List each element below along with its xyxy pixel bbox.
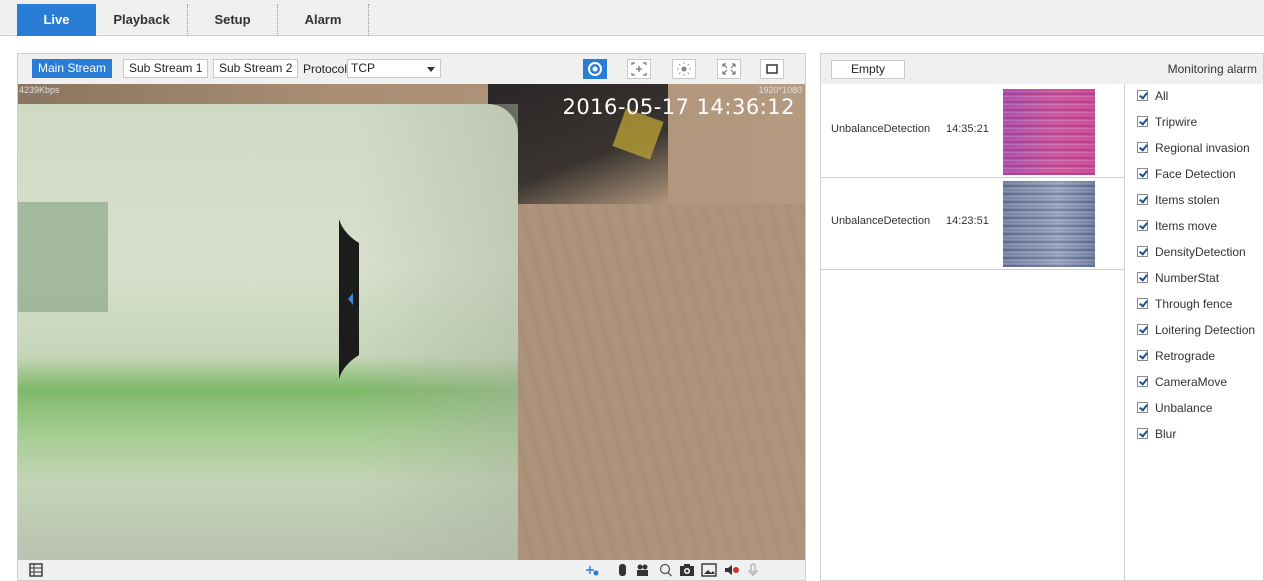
checkbox-checked[interactable]	[1137, 376, 1148, 387]
resolution-label: 1920*1080	[758, 85, 802, 95]
filter-label: Items move	[1155, 219, 1218, 233]
alarm-snapshot-thumbnail[interactable]	[1003, 181, 1095, 267]
alarm-event-list: UnbalanceDetection 14:35:21 UnbalanceDet…	[821, 84, 1125, 580]
checkbox-checked[interactable]	[1137, 298, 1148, 309]
filter-label: Loitering Detection	[1155, 323, 1256, 337]
alarm-event-time: 14:23:51	[946, 215, 989, 227]
checkbox-checked[interactable]	[1137, 194, 1148, 205]
tab-alarm[interactable]: Alarm	[278, 4, 368, 36]
video-timestamp: 2016-05-17 14:36:12	[562, 95, 795, 119]
protocol-select[interactable]: TCP	[347, 59, 441, 78]
video-toolbar: Main Stream Sub Stream 1 Sub Stream 2 Pr…	[18, 54, 805, 84]
tab-playback[interactable]: Playback	[96, 4, 187, 36]
checkbox-checked[interactable]	[1137, 142, 1148, 153]
checkbox-checked[interactable]	[1137, 246, 1148, 257]
search-icon[interactable]	[658, 563, 674, 577]
filter-label: Through fence	[1155, 297, 1233, 311]
image-icon[interactable]	[701, 563, 717, 577]
filter-label: Unbalance	[1155, 401, 1213, 415]
filter-label: DensityDetection	[1155, 245, 1246, 259]
checkbox-checked[interactable]	[1137, 428, 1148, 439]
panel-collapse-toggle[interactable]	[339, 219, 361, 379]
door-icon[interactable]	[615, 563, 631, 577]
microphone-icon[interactable]	[745, 563, 761, 577]
eye-icon	[588, 62, 602, 76]
video-box-shading	[358, 104, 518, 560]
tab-setup[interactable]: Setup	[188, 4, 277, 36]
checkbox-checked[interactable]	[1137, 324, 1148, 335]
ptz-icon[interactable]	[584, 563, 600, 577]
alarm-event-row[interactable]: UnbalanceDetection 14:35:21	[821, 86, 1125, 178]
monitoring-alarm-title: Monitoring alarm	[1167, 62, 1257, 76]
alarm-event-type: UnbalanceDetection	[831, 215, 931, 227]
empty-button[interactable]: Empty	[831, 60, 905, 79]
bitrate-label: 4239Kbps	[19, 85, 60, 95]
filter-label: Face Detection	[1155, 167, 1236, 181]
monitoring-alarm-panel: Empty Monitoring alarm UnbalanceDetectio…	[820, 53, 1264, 581]
zoom-region-icon	[631, 62, 647, 76]
filter-label: Blur	[1155, 427, 1177, 441]
sub-stream-2-button[interactable]: Sub Stream 2	[213, 59, 299, 78]
eye-button[interactable]	[583, 59, 607, 79]
record-icon[interactable]	[635, 563, 651, 577]
video-bottom-bar	[18, 560, 805, 580]
chevron-down-icon	[427, 67, 435, 72]
checkbox-checked[interactable]	[1137, 90, 1148, 101]
protocol-label: Protocol	[303, 62, 348, 76]
filter-label: CameraMove	[1155, 375, 1228, 389]
audio-mute-icon[interactable]	[724, 563, 740, 577]
filter-label: Tripwire	[1155, 115, 1198, 129]
filter-label: Regional invasion	[1155, 141, 1250, 155]
checkbox-checked[interactable]	[1137, 272, 1148, 283]
brightness-icon	[677, 62, 691, 76]
top-navigation: Live Playback Setup Alarm	[0, 0, 1264, 36]
live-video-panel: Main Stream Sub Stream 1 Sub Stream 2 Pr…	[17, 53, 806, 581]
alarm-event-time: 14:35:21	[946, 123, 989, 135]
alarm-panel-header: Empty Monitoring alarm	[821, 54, 1263, 84]
snapshot-icon[interactable]	[679, 563, 695, 577]
checkbox-checked[interactable]	[1137, 220, 1148, 231]
zoom-region-button[interactable]	[627, 59, 651, 79]
checkbox-checked[interactable]	[1137, 168, 1148, 179]
alarm-snapshot-thumbnail[interactable]	[1003, 89, 1095, 175]
main-stream-button[interactable]: Main Stream	[32, 59, 113, 78]
checkbox-checked[interactable]	[1137, 116, 1148, 127]
filter-label: Items stolen	[1155, 193, 1220, 207]
protocol-value: TCP	[351, 61, 375, 75]
checkbox-checked[interactable]	[1137, 350, 1148, 361]
fullscreen-icon	[722, 63, 736, 75]
tab-live[interactable]: Live	[17, 4, 96, 36]
filter-label: NumberStat	[1155, 271, 1220, 285]
film-strip-icon[interactable]	[28, 563, 44, 577]
brightness-button[interactable]	[672, 59, 696, 79]
fullscreen-button[interactable]	[717, 59, 741, 79]
video-feed[interactable]: 4239Kbps 1920*1080 2016-05-17 14:36:12	[18, 84, 805, 560]
window-mode-button[interactable]	[760, 59, 784, 79]
filter-label: Retrograde	[1155, 349, 1216, 363]
checkbox-checked[interactable]	[1137, 402, 1148, 413]
video-wood-surface	[518, 204, 805, 560]
filter-label: All	[1155, 89, 1169, 103]
video-printed-label	[18, 202, 108, 312]
tab-divider	[368, 4, 369, 36]
alarm-event-row[interactable]: UnbalanceDetection 14:23:51	[821, 178, 1125, 270]
sub-stream-1-button[interactable]: Sub Stream 1	[123, 59, 209, 78]
alarm-event-type: UnbalanceDetection	[831, 123, 931, 135]
window-icon	[766, 64, 778, 74]
